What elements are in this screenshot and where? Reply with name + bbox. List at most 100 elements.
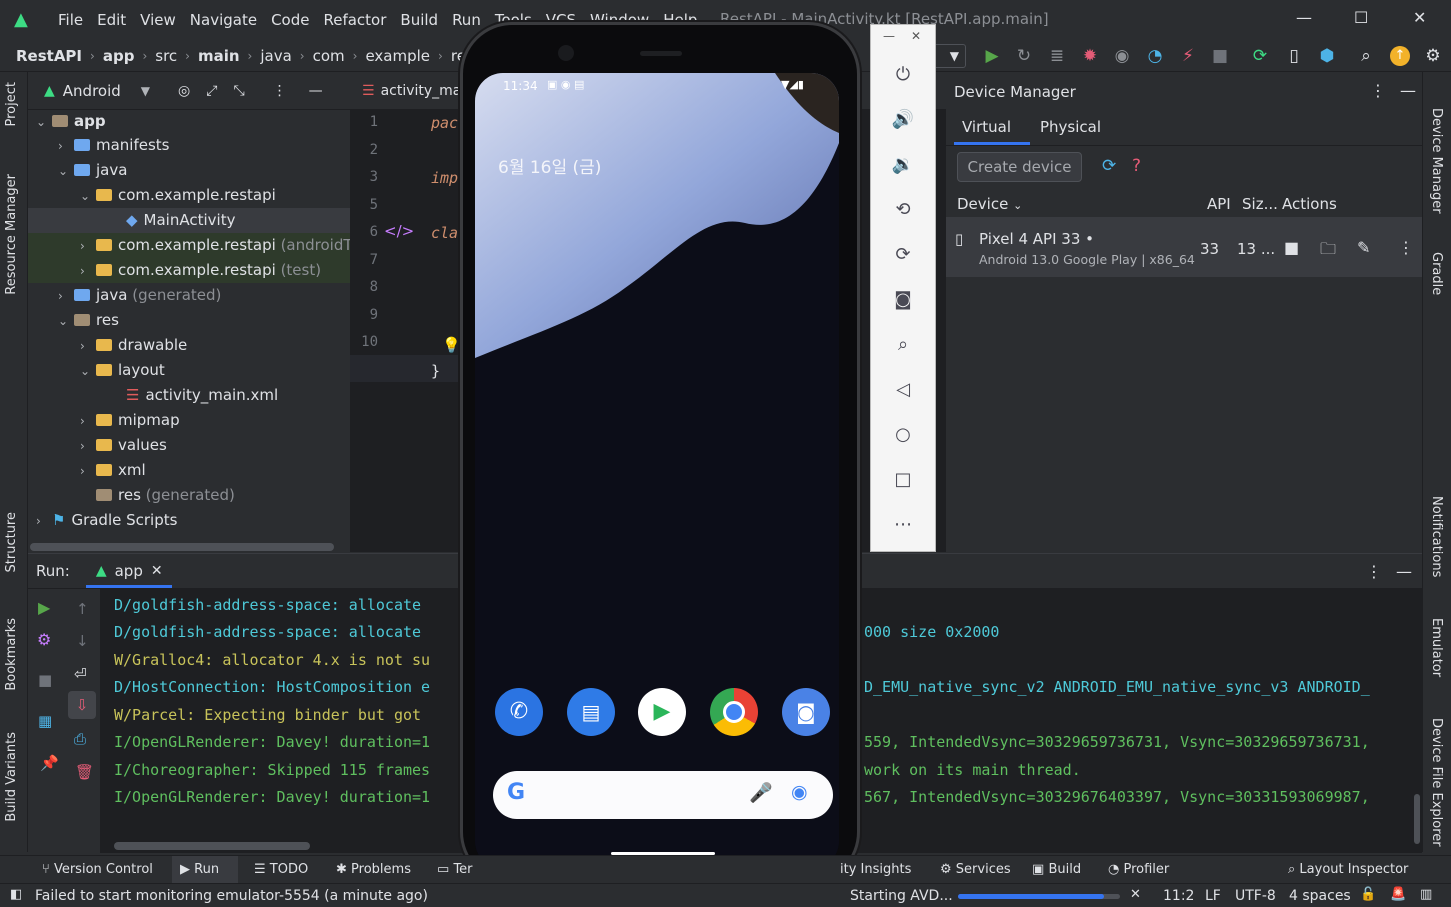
settings-icon[interactable]: ⚙ bbox=[37, 630, 51, 649]
tree-item-manifests[interactable]: › manifests bbox=[58, 133, 170, 158]
home-icon[interactable]: ○ bbox=[891, 423, 915, 447]
hide-panel-icon[interactable]: — bbox=[1400, 81, 1416, 100]
menu-file[interactable]: File bbox=[58, 11, 83, 29]
code-line[interactable]: } bbox=[431, 362, 440, 380]
log-line-continuation[interactable]: 559, IntendedVsync=30329659736731, Vsync… bbox=[864, 733, 1370, 751]
menu-code[interactable]: Code bbox=[271, 11, 309, 29]
log-line-continuation[interactable]: D_EMU_native_sync_v2 ANDROID_EMU_native_… bbox=[864, 678, 1370, 696]
stop-emulator-icon[interactable]: ■ bbox=[1284, 238, 1299, 257]
tree-item-java-generated[interactable]: › java (generated) bbox=[58, 283, 221, 308]
run-config-tab[interactable]: app bbox=[115, 562, 143, 580]
rotate-left-icon[interactable]: ⟲ bbox=[891, 198, 915, 222]
microphone-icon[interactable]: 🎤 bbox=[749, 781, 773, 804]
breadcrumb-item[interactable]: app bbox=[103, 47, 135, 65]
code-line[interactable]: pac bbox=[431, 114, 458, 132]
search-icon[interactable]: ⌕ bbox=[1355, 45, 1377, 67]
apply-code-changes-icon[interactable]: ≣ bbox=[1046, 45, 1068, 67]
hide-panel-icon[interactable]: — bbox=[1396, 562, 1412, 581]
log-line[interactable]: W/Parcel: Expecting binder but got bbox=[114, 706, 421, 724]
log-line[interactable]: I/OpenGLRenderer: Davey! duration=1 bbox=[114, 788, 430, 806]
minimize-icon[interactable]: — bbox=[883, 29, 895, 43]
print-icon[interactable]: ⎙ bbox=[74, 730, 86, 748]
tree-item-java[interactable]: ⌄ java bbox=[58, 158, 127, 183]
tree-item-gradle-scripts[interactable]: › ⚑ Gradle Scripts bbox=[36, 508, 177, 533]
update-icon[interactable]: ↑ bbox=[1390, 46, 1410, 66]
tab-notifications[interactable]: Notifications bbox=[1429, 496, 1444, 577]
chrome-app-icon[interactable] bbox=[710, 688, 758, 736]
menu-navigate[interactable]: Navigate bbox=[190, 11, 257, 29]
maximize-icon[interactable]: ☐ bbox=[1354, 8, 1368, 27]
lens-icon[interactable]: ◉ bbox=[791, 781, 808, 803]
memory-icon[interactable]: ▥ bbox=[1420, 887, 1432, 902]
lock-icon[interactable]: 🔓 bbox=[1360, 887, 1376, 902]
tree-item-res[interactable]: ⌄ res bbox=[58, 308, 119, 333]
lightbulb-icon[interactable]: 💡 bbox=[442, 336, 461, 354]
phone-app-icon[interactable]: ✆ bbox=[495, 688, 543, 736]
tree-item-package-test[interactable]: › com.example.restapi (test) bbox=[80, 258, 321, 283]
hide-panel-icon[interactable]: — bbox=[309, 83, 323, 99]
breadcrumb-item[interactable]: example bbox=[365, 47, 430, 65]
tab-resource-manager[interactable]: Resource Manager bbox=[4, 174, 19, 295]
collapse-all-icon[interactable]: ⤡ bbox=[233, 83, 244, 99]
tab-device-manager[interactable]: Device Manager bbox=[1429, 108, 1444, 214]
column-size[interactable]: Siz... bbox=[1242, 195, 1278, 213]
close-tab-icon[interactable]: ✕ bbox=[151, 563, 163, 579]
clear-icon[interactable]: 🗑 bbox=[75, 763, 94, 781]
tab-todo[interactable]: ☰ TODO bbox=[254, 862, 308, 877]
horizontal-scrollbar[interactable] bbox=[114, 842, 310, 850]
scroll-to-end-icon[interactable]: ⇩ bbox=[68, 691, 96, 719]
menu-view[interactable]: View bbox=[140, 11, 176, 29]
volume-up-icon[interactable]: 🔊 bbox=[891, 108, 915, 132]
device-manager-icon[interactable]: ▯ bbox=[1283, 45, 1305, 67]
line-separator[interactable]: LF bbox=[1205, 888, 1221, 904]
tab-problems[interactable]: ✱ Problems bbox=[336, 862, 411, 877]
more-options-icon[interactable]: ⋯ bbox=[891, 513, 915, 537]
apply-changes-icon[interactable]: ↻ bbox=[1013, 45, 1035, 67]
column-api[interactable]: API bbox=[1207, 195, 1231, 213]
tree-item-xml[interactable]: › xml bbox=[80, 458, 146, 483]
search-widget[interactable]: G 🎤 ◉ bbox=[493, 771, 833, 819]
log-line[interactable]: D/goldfish-address-space: allocate bbox=[114, 623, 421, 641]
more-options-icon[interactable]: ⋮ bbox=[1366, 562, 1382, 581]
code-line[interactable]: cla bbox=[431, 224, 458, 242]
tab-structure[interactable]: Structure bbox=[4, 512, 19, 572]
zoom-icon[interactable]: ⌕ bbox=[891, 333, 915, 357]
folder-icon[interactable]: 🗀 bbox=[1320, 238, 1336, 265]
layout-icon[interactable]: ▦ bbox=[38, 712, 52, 730]
tree-item-package-androidtest[interactable]: › com.example.restapi (androidTes bbox=[80, 233, 367, 258]
rerun-icon[interactable]: ▶ bbox=[38, 598, 50, 617]
tab-emulator[interactable]: Emulator bbox=[1429, 618, 1444, 677]
caret-position[interactable]: 11:2 bbox=[1163, 888, 1194, 904]
breadcrumb-item[interactable]: java bbox=[260, 47, 291, 65]
tree-item-res-generated[interactable]: ›res (generated) bbox=[80, 483, 235, 508]
log-line-continuation[interactable]: 000 size 0x2000 bbox=[864, 623, 999, 641]
tree-item-mipmap[interactable]: › mipmap bbox=[80, 408, 180, 433]
tab-build-variants[interactable]: Build Variants bbox=[4, 732, 19, 822]
refresh-icon[interactable]: ⟳ bbox=[1102, 156, 1116, 176]
tab-virtual[interactable]: Virtual bbox=[962, 118, 1011, 136]
tab-build[interactable]: ▣ Build bbox=[1032, 862, 1081, 877]
tab-profiler[interactable]: ◔ Profiler bbox=[1108, 862, 1169, 877]
breadcrumb-item[interactable]: com bbox=[313, 47, 345, 65]
run-icon[interactable]: ▶ bbox=[981, 45, 1003, 67]
tab-services[interactable]: ⚙ Services bbox=[940, 862, 1011, 877]
profile-icon[interactable]: ◔ bbox=[1144, 45, 1166, 67]
log-line[interactable]: I/Choreographer: Skipped 115 frames bbox=[114, 761, 430, 779]
sdk-manager-icon[interactable]: ⬢ bbox=[1316, 45, 1338, 67]
tab-app-quality-insights[interactable]: ity Insights bbox=[840, 862, 911, 877]
tab-bookmarks[interactable]: Bookmarks bbox=[4, 618, 19, 691]
tab-run[interactable]: ▶ Run bbox=[180, 862, 219, 877]
messages-app-icon[interactable]: ▤ bbox=[567, 688, 615, 736]
tab-device-file-explorer[interactable]: Device File Explorer bbox=[1429, 718, 1444, 847]
vertical-scrollbar[interactable] bbox=[1414, 794, 1420, 844]
stop-icon[interactable]: ■ bbox=[1209, 45, 1231, 67]
rotate-right-icon[interactable]: ⟳ bbox=[891, 243, 915, 267]
overview-icon[interactable]: □ bbox=[891, 468, 915, 492]
tree-item-layout[interactable]: ⌄ layout bbox=[80, 358, 165, 383]
help-icon[interactable]: ? bbox=[1132, 156, 1141, 176]
alarm-icon[interactable]: 🚨 bbox=[1390, 887, 1406, 902]
tree-item-values[interactable]: › values bbox=[80, 433, 167, 458]
pin-icon[interactable]: 📌 bbox=[40, 754, 59, 772]
file-encoding[interactable]: UTF-8 bbox=[1235, 888, 1276, 904]
log-line-continuation[interactable]: 567, IntendedVsync=30329676403397, Vsync… bbox=[864, 788, 1370, 806]
